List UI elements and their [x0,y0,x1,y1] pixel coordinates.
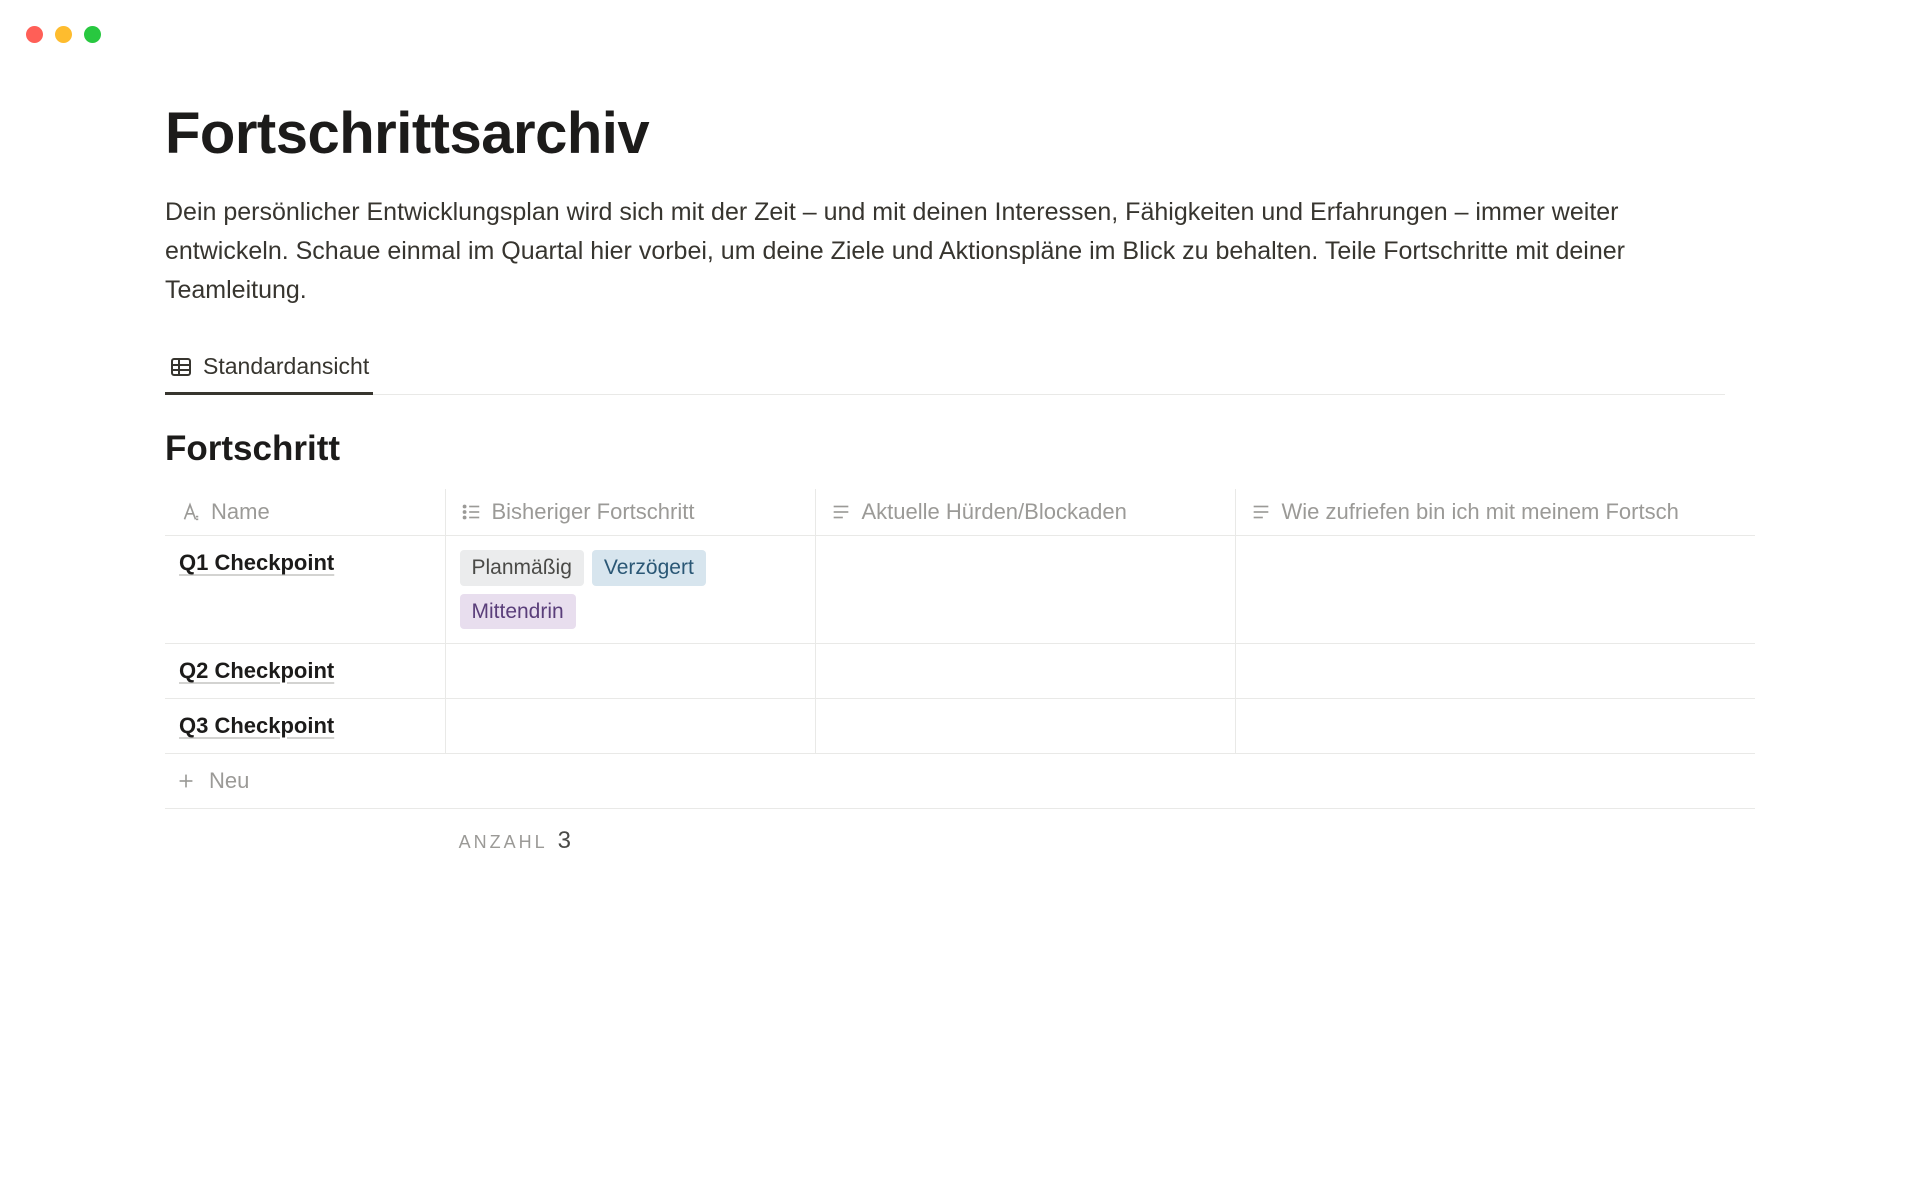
column-header-blockers[interactable]: Aktuelle Hürden/Blockaden [815,489,1235,536]
view-tab-label: Standardansicht [203,353,369,380]
multiselect-property-icon [460,501,482,523]
row-progress-cell[interactable]: PlanmäßigVerzögert Mittendrin [445,536,815,644]
title-property-icon [179,501,201,523]
table-row[interactable]: Q2 Checkpoint [165,644,1755,699]
view-tab-default[interactable]: Standardansicht [165,347,373,395]
tag: Planmäßig [460,550,584,585]
plus-icon [175,770,197,792]
row-satisfaction-cell[interactable] [1235,644,1755,699]
new-row-button[interactable]: Neu [165,754,1755,809]
table-icon [169,355,193,379]
app-window: Fortschrittsarchiv Dein persönlicher Ent… [0,0,1920,1200]
minimize-window-button[interactable] [55,26,72,43]
row-satisfaction-cell[interactable] [1235,699,1755,754]
database-title[interactable]: Fortschritt [165,429,1920,469]
page-description[interactable]: Dein persönlicher Entwicklungsplan wird … [165,193,1725,309]
column-header-progress[interactable]: Bisheriger Fortschritt [445,489,815,536]
row-progress-cell[interactable] [445,644,815,699]
database-view-tabs: Standardansicht [165,347,1725,395]
table-row[interactable]: Q1 Checkpoint PlanmäßigVerzögert Mittendri… [165,536,1755,644]
tag: Mittendrin [460,594,576,629]
database-table: Name Bisheriger F [165,489,1755,754]
row-satisfaction-cell[interactable] [1235,536,1755,644]
row-name-cell[interactable]: Q3 Checkpoint [165,699,445,754]
tag: Verzögert [592,550,706,585]
page-content: Fortschrittsarchiv Dein persönlicher Ent… [165,100,1920,1200]
row-name-cell[interactable]: Q2 Checkpoint [165,644,445,699]
text-property-icon [830,501,852,523]
text-property-icon [1250,501,1272,523]
maximize-window-button[interactable] [84,26,101,43]
row-blockers-cell[interactable] [815,699,1235,754]
table-row[interactable]: Q3 Checkpoint [165,699,1755,754]
window-controls [26,26,101,43]
column-header-name[interactable]: Name [165,489,445,536]
row-count[interactable]: ANZAHL 3 [165,809,585,855]
close-window-button[interactable] [26,26,43,43]
row-blockers-cell[interactable] [815,644,1235,699]
row-blockers-cell[interactable] [815,536,1235,644]
row-name-cell[interactable]: Q1 Checkpoint [165,536,445,644]
page-title[interactable]: Fortschrittsarchiv [165,100,1920,167]
count-value: 3 [558,827,571,855]
new-row-label: Neu [209,768,249,794]
count-label: ANZAHL [459,832,548,853]
row-progress-cell[interactable] [445,699,815,754]
column-header-satisfaction[interactable]: Wie zufriefen bin ich mit meinem Fortsch [1235,489,1755,536]
